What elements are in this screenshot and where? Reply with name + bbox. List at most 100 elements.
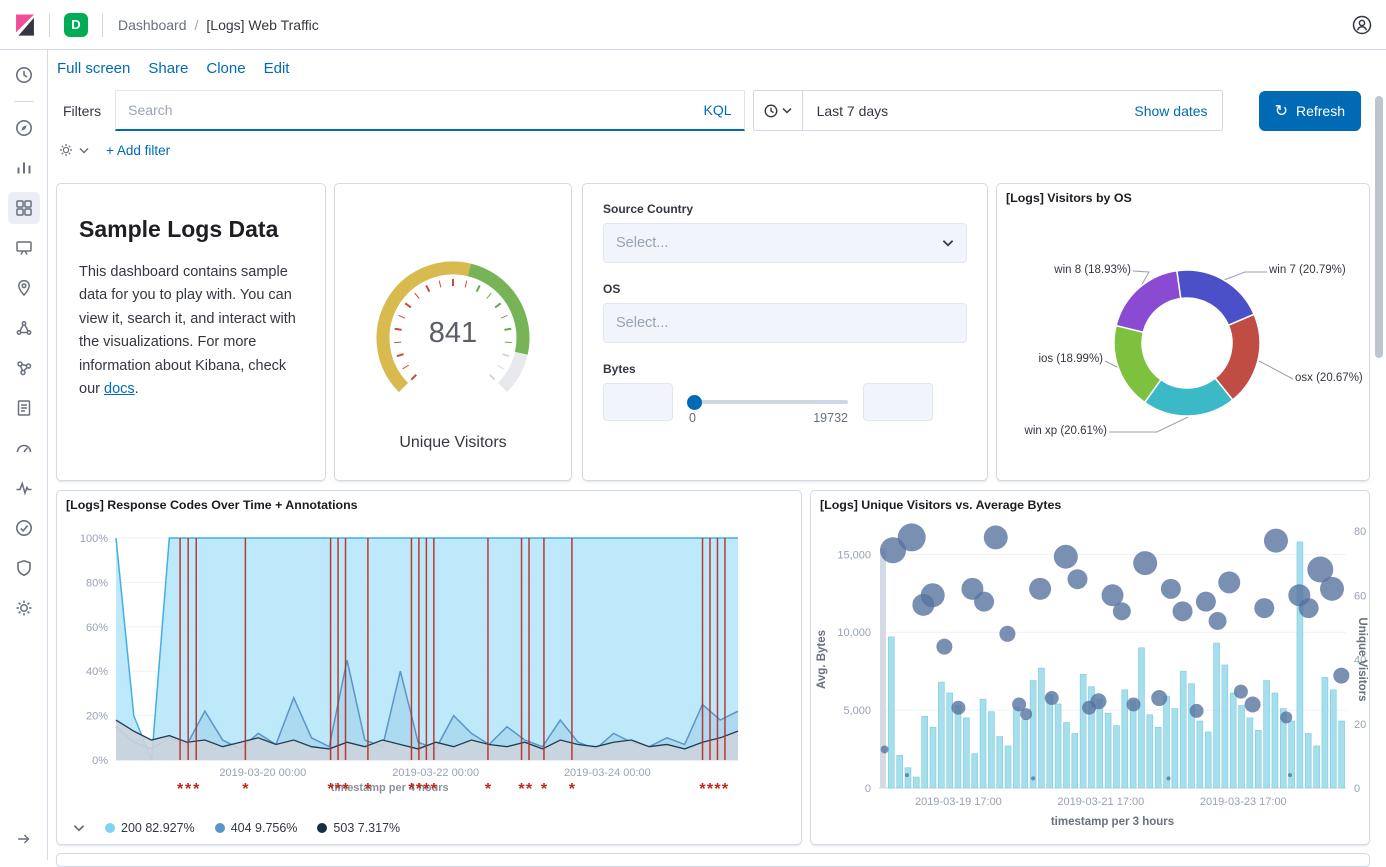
sample-panel-body: This dashboard contains sample data for … <box>79 261 303 402</box>
account-button[interactable] <box>1351 14 1373 36</box>
svg-text:*: * <box>431 781 438 798</box>
svg-text:2019-03-22 00:00: 2019-03-22 00:00 <box>392 767 479 779</box>
legend-item-200[interactable]: 200 82.927% <box>105 821 195 835</box>
space-avatar[interactable]: D <box>64 13 88 37</box>
gear-icon <box>14 598 34 618</box>
clone-button[interactable]: Clone <box>206 60 245 77</box>
bytes-label: Bytes <box>603 362 967 376</box>
svg-text:*: * <box>423 781 430 798</box>
page-scrollbar[interactable] <box>1375 96 1383 358</box>
svg-text:*: * <box>526 781 533 798</box>
sidebar-item-graph[interactable] <box>8 352 40 384</box>
kibana-logo[interactable] <box>0 12 49 38</box>
search-input[interactable] <box>116 102 691 118</box>
slider-max-label: 19732 <box>813 411 848 425</box>
svg-text:5,000: 5,000 <box>843 705 871 717</box>
donut-label-winxp: win xp (20.61%) <box>1011 425 1107 437</box>
bytes-range-slider[interactable]: 0 19732 <box>688 383 848 429</box>
panel-input-controls: Source Country Select... OS Select... By… <box>582 183 988 481</box>
svg-text:*: * <box>408 781 415 798</box>
response-codes-area-chart[interactable]: 0%20%40%60%80%100%2019-03-20 00:002019-0… <box>57 491 802 845</box>
sidebar-item-maps[interactable] <box>8 272 40 304</box>
sidebar-item-metrics[interactable] <box>8 432 40 464</box>
dashboard-grid-icon <box>14 198 34 218</box>
top-header: D Dashboard / [Logs] Web Traffic <box>0 0 1386 50</box>
sidebar-collapse-button[interactable] <box>15 830 33 848</box>
time-menu-button[interactable] <box>754 91 803 130</box>
legend-collapse-icon[interactable] <box>73 824 85 832</box>
svg-text:*: * <box>327 781 334 798</box>
show-dates-button[interactable]: Show dates <box>1134 103 1221 119</box>
svg-text:20: 20 <box>1354 719 1366 731</box>
pulse-icon <box>14 478 34 498</box>
sidebar-item-management[interactable] <box>8 592 40 624</box>
svg-text:2019-03-23 17:00: 2019-03-23 17:00 <box>1200 796 1287 808</box>
slider-handle[interactable] <box>687 395 702 410</box>
next-row-panel-edge <box>56 853 1370 867</box>
visitors-vs-bytes-chart[interactable]: 05,00010,00015,0000204060802019-03-19 17… <box>811 491 1370 845</box>
svg-text:*: * <box>242 781 249 798</box>
legend-item-404[interactable]: 404 9.756% <box>215 821 298 835</box>
kql-toggle[interactable]: KQL <box>692 102 744 118</box>
sidebar-item-apm[interactable] <box>8 472 40 504</box>
sidebar-item-siem[interactable] <box>8 552 40 584</box>
add-filter-button[interactable]: + Add filter <box>106 143 170 158</box>
bytes-max-input[interactable] <box>863 383 933 421</box>
sidebar-item-canvas[interactable] <box>8 232 40 264</box>
svg-text:Unique Visitors: Unique Visitors <box>1356 617 1368 701</box>
sidebar-item-visualize[interactable] <box>8 152 40 184</box>
collapse-arrow-icon <box>15 830 33 848</box>
svg-text:2019-03-19 17:00: 2019-03-19 17:00 <box>915 796 1002 808</box>
svg-text:*: * <box>699 781 706 798</box>
time-range-value[interactable]: Last 7 days <box>803 103 889 119</box>
query-bar: Filters KQL Last 7 days Show dates ↻ Ref… <box>57 90 1361 131</box>
svg-text:0%: 0% <box>92 755 108 767</box>
filters-menu-button[interactable]: Filters <box>57 103 115 119</box>
breadcrumb: Dashboard / [Logs] Web Traffic <box>118 17 319 33</box>
sidebar-item-uptime[interactable] <box>8 512 40 544</box>
source-country-select[interactable]: Select... <box>603 223 967 263</box>
bytes-min-input[interactable] <box>603 383 673 421</box>
full-screen-button[interactable]: Full screen <box>57 60 130 77</box>
chevron-down-icon[interactable] <box>79 147 89 154</box>
sidebar-divider <box>14 101 34 102</box>
graph-network-icon <box>14 358 34 378</box>
svg-text:100%: 100% <box>80 533 108 545</box>
sidebar-item-machine-learning[interactable] <box>8 312 40 344</box>
legend-dot-404 <box>215 823 225 833</box>
donut-label-osx: osx (20.67%) <box>1295 372 1363 384</box>
shield-icon <box>14 558 34 578</box>
edit-button[interactable]: Edit <box>264 60 290 77</box>
svg-text:*: * <box>193 781 200 798</box>
svg-text:2019-03-24 00:00: 2019-03-24 00:00 <box>564 767 651 779</box>
search-box: KQL <box>115 90 744 131</box>
sidebar-item-logs[interactable] <box>8 392 40 424</box>
svg-text:2019-03-21 17:00: 2019-03-21 17:00 <box>1057 796 1144 808</box>
refresh-button[interactable]: ↻ Refresh <box>1259 91 1361 131</box>
panel-response-codes: [Logs] Response Codes Over Time + Annota… <box>56 490 802 845</box>
slider-track[interactable] <box>688 400 848 404</box>
svg-text:*: * <box>541 781 548 798</box>
share-button[interactable]: Share <box>148 60 188 77</box>
sidebar-item-dashboard[interactable] <box>8 192 40 224</box>
clock-icon <box>763 103 779 119</box>
map-pin-icon <box>14 278 34 298</box>
sidebar-item-discover[interactable] <box>8 112 40 144</box>
breadcrumb-dashboard-link[interactable]: Dashboard <box>118 17 187 33</box>
svg-text:*: * <box>569 781 576 798</box>
os-label: OS <box>603 282 967 296</box>
docs-link[interactable]: docs <box>104 381 135 397</box>
gear-icon[interactable] <box>58 142 74 158</box>
ml-nodes-icon <box>14 318 34 338</box>
legend-item-503[interactable]: 503 7.317% <box>317 821 400 835</box>
panel-title: [Logs] Visitors by OS <box>1006 191 1132 205</box>
os-select[interactable]: Select... <box>603 303 967 343</box>
svg-text:Avg. Bytes: Avg. Bytes <box>816 630 828 689</box>
svg-text:2019-03-20 00:00: 2019-03-20 00:00 <box>219 767 306 779</box>
sidebar-item-recently-viewed[interactable] <box>8 59 40 91</box>
legend-dot-503 <box>317 823 327 833</box>
panel-title: [Logs] Response Codes Over Time + Annota… <box>66 498 358 512</box>
svg-text:timestamp per 3 hours: timestamp per 3 hours <box>1051 816 1174 828</box>
svg-text:60%: 60% <box>86 622 108 634</box>
svg-text:40%: 40% <box>86 666 108 678</box>
